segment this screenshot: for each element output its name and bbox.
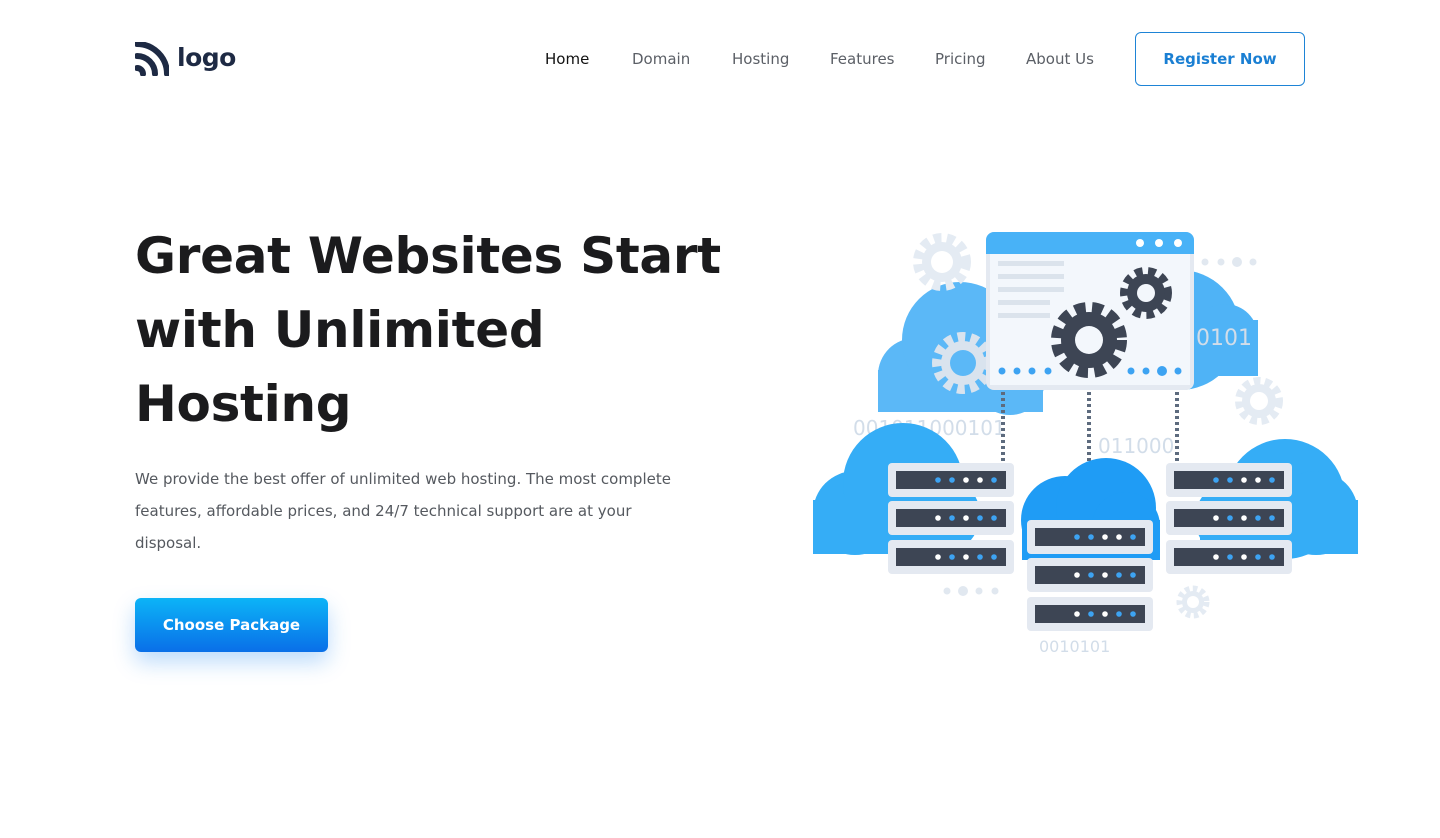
register-now-button[interactable]: Register Now	[1135, 32, 1305, 86]
nav-pricing[interactable]: Pricing	[935, 47, 986, 71]
hosting-illustration: 0101 001011000101 011000 0010101	[813, 232, 1358, 656]
nav-features[interactable]: Features	[830, 47, 895, 71]
logo-text: logo	[177, 42, 236, 72]
gear-icon	[913, 233, 971, 291]
server-rack-icon	[1027, 520, 1153, 631]
logo-arcs-icon	[135, 42, 169, 76]
nav-domain[interactable]: Domain	[632, 47, 690, 71]
binary-text: 0010101	[1039, 637, 1110, 656]
server-rack-icon	[888, 463, 1014, 574]
server-rack-icon	[1166, 463, 1292, 574]
gear-icon	[1051, 302, 1127, 378]
logo[interactable]: logo	[135, 42, 236, 76]
nav-hosting[interactable]: Hosting	[732, 47, 789, 71]
nav-about-us[interactable]: About Us	[1026, 47, 1094, 71]
binary-text: 0101	[1196, 326, 1252, 351]
gear-icon	[1176, 585, 1210, 619]
gear-icon	[1235, 377, 1283, 425]
hero-description: We provide the best offer of unlimited w…	[135, 470, 671, 552]
choose-package-button[interactable]: Choose Package	[135, 598, 328, 652]
hero-title: Great Websites Start with Unlimited Host…	[135, 227, 721, 433]
browser-window-icon	[986, 232, 1194, 390]
binary-text: 011000	[1098, 434, 1174, 458]
nav-home[interactable]: Home	[545, 47, 589, 71]
